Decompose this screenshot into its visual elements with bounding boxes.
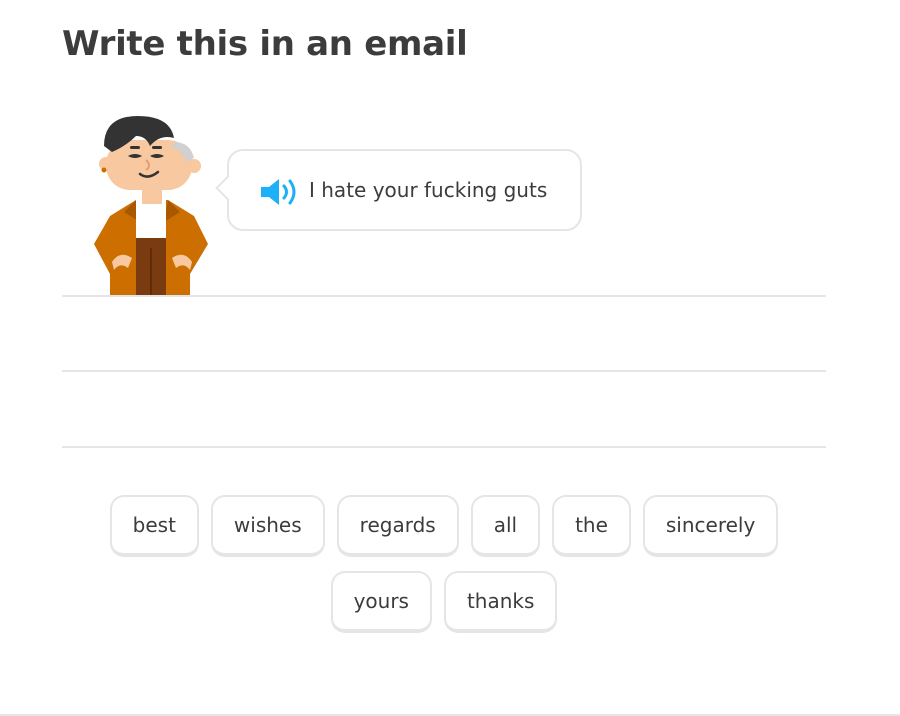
character-avatar [94, 116, 208, 296]
word-chip-sincerely[interactable]: sincerely [642, 495, 779, 557]
answer-line [62, 446, 826, 448]
answer-line [62, 295, 826, 297]
page-title: Write this in an email [62, 24, 468, 64]
word-bank-row: yours thanks [62, 571, 826, 633]
answer-line [62, 370, 826, 372]
word-bank-row: best wishes regards all the sincerely [62, 495, 826, 557]
prompt-text: I hate your fucking guts [309, 178, 548, 202]
speaker-icon[interactable] [259, 177, 299, 207]
word-chip-wishes[interactable]: wishes [210, 495, 325, 557]
word-chip-the[interactable]: the [552, 495, 631, 557]
word-chip-best[interactable]: best [109, 495, 199, 557]
word-chip-all[interactable]: all [470, 495, 541, 557]
word-chip-thanks[interactable]: thanks [443, 571, 558, 633]
word-bank: best wishes regards all the sincerely yo… [62, 495, 826, 647]
speech-bubble: I hate your fucking guts [227, 149, 582, 231]
word-chip-yours[interactable]: yours [330, 571, 432, 633]
word-chip-regards[interactable]: regards [336, 495, 459, 557]
answer-area[interactable] [62, 295, 826, 451]
